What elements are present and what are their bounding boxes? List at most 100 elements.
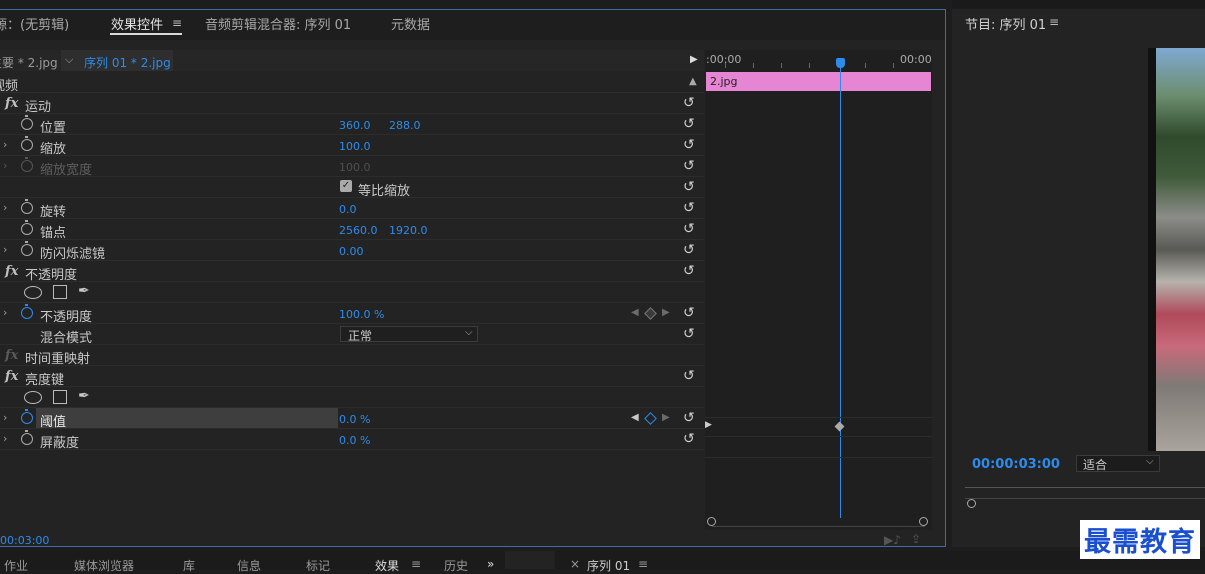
ellipse-mask-icon[interactable] bbox=[24, 391, 42, 404]
effect-timeline-area[interactable]: :00:00 00:00 2.jpg ▶ bbox=[705, 50, 932, 530]
stopwatch-icon[interactable] bbox=[21, 430, 33, 445]
add-keyframe-icon[interactable] bbox=[644, 412, 657, 425]
rotation-value[interactable]: 0.0 bbox=[339, 203, 357, 216]
sequence-clip-tab[interactable]: 序列 01 * 2.jpg bbox=[84, 54, 171, 71]
expand-arrow-icon[interactable]: › bbox=[3, 432, 7, 445]
next-keyframe-icon[interactable]: ▶ bbox=[662, 307, 670, 318]
rectangle-mask-icon[interactable] bbox=[53, 285, 67, 299]
reset-icon[interactable]: ↺ bbox=[683, 368, 695, 384]
cutoff-row: › 屏蔽度 0.0 % ↺ bbox=[0, 429, 704, 451]
program-scroll-handle[interactable] bbox=[967, 499, 976, 508]
stopwatch-icon[interactable] bbox=[21, 220, 33, 235]
current-timecode[interactable]: 00:03:00 bbox=[0, 534, 49, 547]
next-keyframe-icon[interactable]: ▶ bbox=[662, 412, 670, 423]
stopwatch-icon[interactable] bbox=[21, 199, 33, 214]
add-keyframe-icon[interactable] bbox=[644, 307, 657, 320]
blend-mode-select[interactable]: 正常 ⌵ bbox=[340, 326, 478, 343]
motion-effect-row[interactable]: fx 运动 ↺ bbox=[0, 93, 704, 115]
blend-mode-row: 混合模式 正常 ⌵ ↺ bbox=[0, 324, 704, 346]
tab-effect-controls[interactable]: 效果控件 bbox=[111, 14, 163, 33]
threshold-keyframe-lane bbox=[705, 417, 932, 437]
tab-effects[interactable]: 效果 bbox=[375, 557, 399, 574]
rectangle-mask-icon[interactable] bbox=[53, 390, 67, 404]
opacity-effect-row[interactable]: fx 不透明度 ↺ bbox=[0, 261, 704, 283]
uniform-scale-label: 等比缩放 bbox=[358, 184, 411, 199]
uniform-scale-row: ✓ 等比缩放 ↺ bbox=[0, 177, 704, 199]
panel-menu-icon[interactable]: ≡ bbox=[172, 16, 182, 30]
program-monitor-title[interactable]: 节目: 序列 01 bbox=[965, 14, 1046, 33]
master-clip-tab[interactable]: 主要 * 2.jpg bbox=[0, 54, 58, 71]
prev-keyframe-icon[interactable]: ◀ bbox=[631, 412, 639, 423]
reset-icon[interactable]: ↺ bbox=[683, 116, 695, 132]
reset-icon[interactable]: ↺ bbox=[683, 200, 695, 216]
luma-key-label: 亮度键 bbox=[25, 373, 65, 388]
program-timecode[interactable]: 00:00:03:00 bbox=[972, 457, 1060, 472]
antiflicker-value[interactable]: 0.00 bbox=[339, 245, 364, 258]
export-frame-icon[interactable]: ⇪ bbox=[911, 532, 921, 546]
stopwatch-icon[interactable] bbox=[21, 115, 33, 130]
expand-arrow-icon[interactable]: › bbox=[3, 306, 7, 319]
uniform-scale-checkbox[interactable]: ✓ bbox=[340, 180, 352, 192]
tab-info[interactable]: 信息 bbox=[237, 557, 261, 574]
reset-icon[interactable]: ↺ bbox=[683, 431, 695, 447]
time-remap-row[interactable]: fx 时间重映射 bbox=[0, 345, 704, 367]
pen-mask-icon[interactable]: ✒ bbox=[78, 388, 90, 404]
clip-bar[interactable]: 2.jpg bbox=[706, 72, 931, 91]
play-audio-icon[interactable]: ▶♪ bbox=[884, 533, 901, 547]
program-scrollbar-track[interactable] bbox=[965, 498, 1205, 499]
cutoff-value[interactable]: 0.0 % bbox=[339, 434, 370, 447]
zoom-fit-select[interactable]: 适合 ⌵ bbox=[1076, 455, 1160, 472]
tab-libraries[interactable]: 库 bbox=[183, 557, 195, 574]
reset-icon[interactable]: ↺ bbox=[683, 305, 695, 321]
anchor-label: 锚点 bbox=[40, 226, 67, 241]
tab-history[interactable]: 历史 bbox=[444, 557, 468, 574]
stopwatch-icon[interactable] bbox=[21, 241, 33, 256]
reset-icon[interactable]: ↺ bbox=[683, 410, 695, 426]
tab-markers[interactable]: 标记 bbox=[306, 557, 330, 574]
reset-icon[interactable]: ↺ bbox=[683, 263, 695, 279]
position-y-value[interactable]: 288.0 bbox=[389, 119, 421, 132]
rotation-label: 旋转 bbox=[40, 205, 67, 220]
tab-audio-clip-mixer[interactable]: 音频剪辑混合器: 序列 01 bbox=[205, 14, 351, 33]
playhead-handle[interactable] bbox=[836, 58, 845, 68]
scale-value[interactable]: 100.0 bbox=[339, 140, 371, 153]
luma-key-effect-row[interactable]: fx 亮度键 ↺ bbox=[0, 366, 704, 388]
anchor-x-value[interactable]: 2560.0 bbox=[339, 224, 378, 237]
prev-keyframe-icon[interactable]: ◀ bbox=[631, 307, 639, 318]
reset-icon[interactable]: ↺ bbox=[683, 158, 695, 174]
play-triangle-icon[interactable]: ▶ bbox=[690, 54, 698, 65]
stopwatch-icon[interactable] bbox=[21, 409, 33, 424]
ruler-tick bbox=[753, 63, 754, 68]
threshold-value[interactable]: 0.0 % bbox=[339, 413, 370, 426]
zoom-handle-right[interactable] bbox=[919, 517, 928, 526]
reset-icon[interactable]: ↺ bbox=[683, 137, 695, 153]
panel-menu-icon[interactable]: ≡ bbox=[1049, 15, 1059, 29]
stopwatch-icon[interactable] bbox=[21, 136, 33, 151]
tab-sequence-01[interactable]: 序列 01 bbox=[587, 557, 630, 574]
blend-mode-label: 混合模式 bbox=[40, 331, 93, 346]
expand-arrow-icon[interactable]: › bbox=[3, 411, 7, 424]
anchor-y-value[interactable]: 1920.0 bbox=[389, 224, 428, 237]
expand-arrow-icon[interactable]: › bbox=[3, 138, 7, 151]
expand-arrow-icon[interactable]: › bbox=[3, 243, 7, 256]
zoom-fit-value: 适合 bbox=[1083, 458, 1108, 472]
program-preview-image bbox=[1156, 48, 1205, 451]
reset-icon[interactable]: ↺ bbox=[683, 242, 695, 258]
expand-arrow-icon[interactable]: › bbox=[3, 201, 7, 214]
reset-icon[interactable]: ↺ bbox=[683, 326, 695, 342]
opacity-value[interactable]: 100.0 % bbox=[339, 308, 384, 321]
ellipse-mask-icon[interactable] bbox=[24, 286, 42, 299]
tab-source[interactable]: 源：(无剪辑) bbox=[0, 14, 69, 33]
reset-icon[interactable]: ↺ bbox=[683, 95, 695, 111]
chevron-down-icon[interactable]: ⌵ bbox=[65, 53, 73, 67]
reset-icon[interactable]: ↺ bbox=[683, 221, 695, 237]
tab-metadata[interactable]: 元数据 bbox=[391, 14, 430, 33]
tab-project[interactable]: 作业 bbox=[4, 557, 28, 574]
position-x-value[interactable]: 360.0 bbox=[339, 119, 371, 132]
tab-media-browser[interactable]: 媒体浏览器 bbox=[74, 557, 134, 574]
collapse-up-icon[interactable]: ▲ bbox=[689, 76, 697, 87]
stopwatch-icon[interactable] bbox=[21, 304, 33, 319]
zoom-handle-left[interactable] bbox=[707, 517, 716, 526]
reset-icon[interactable]: ↺ bbox=[683, 179, 695, 195]
pen-mask-icon[interactable]: ✒ bbox=[78, 283, 90, 299]
